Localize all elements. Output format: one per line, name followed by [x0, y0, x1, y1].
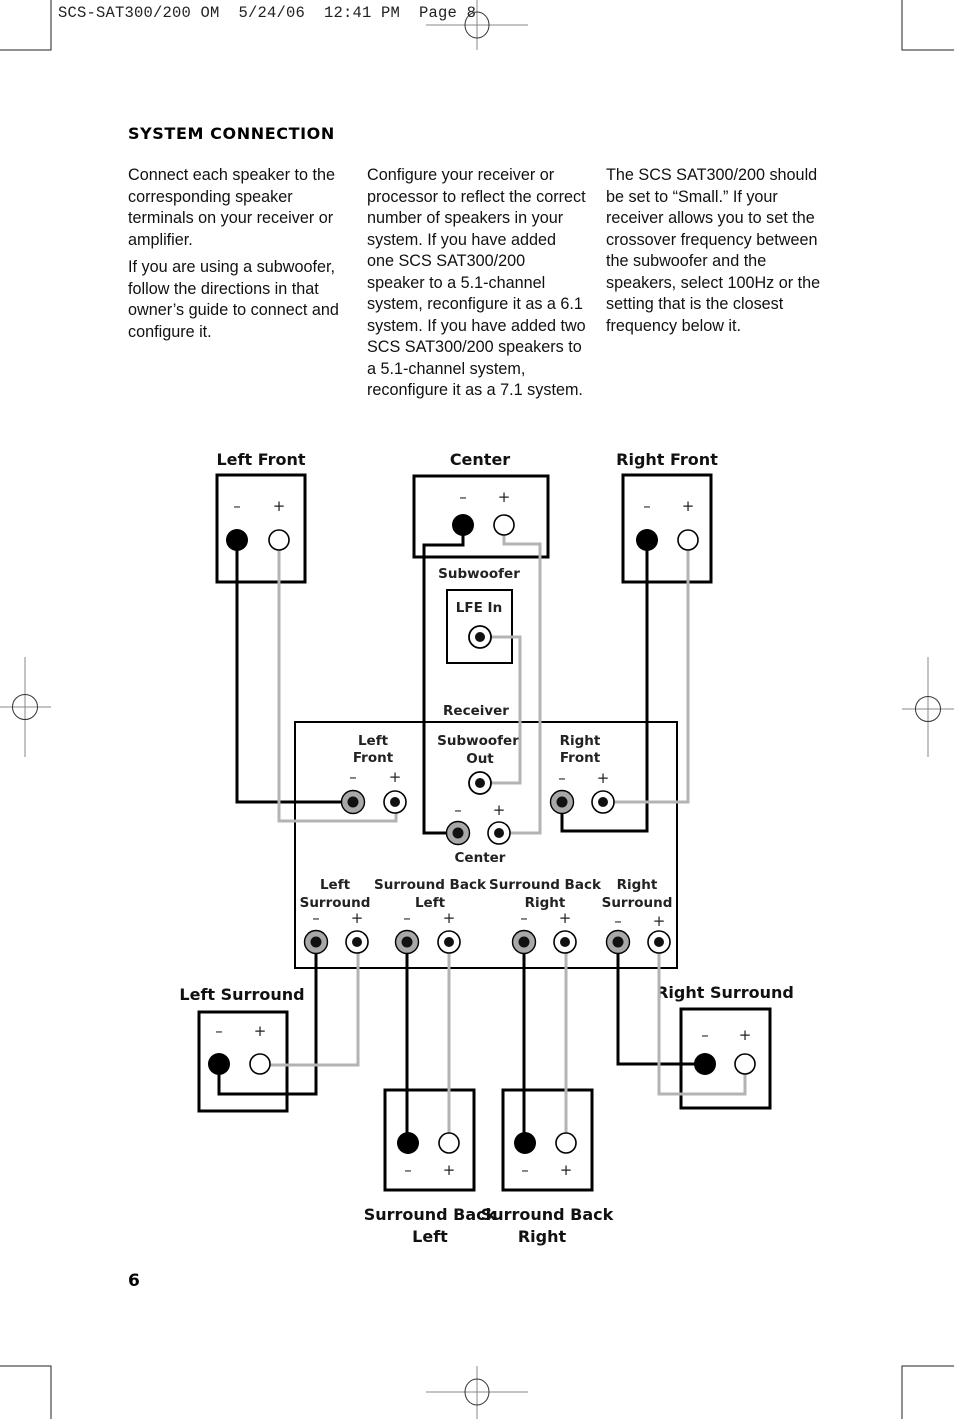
receiver-label-left-front: Front: [353, 750, 394, 766]
speaker-right-front-positive-terminal: [677, 529, 699, 551]
receiver-label-right-surround: Right: [617, 877, 658, 893]
positive-sign: +: [443, 1161, 456, 1179]
crop-mark-top-left: [0, 0, 52, 51]
positive-sign: +: [653, 912, 666, 930]
speaker-center: Center: [412, 450, 550, 559]
positive-sign: +: [498, 488, 511, 506]
speaker-right-front: Right Front: [616, 450, 718, 584]
speaker-label: Left Front: [216, 450, 305, 469]
negative-sign: –: [403, 909, 411, 927]
positive-sign: +: [493, 801, 506, 819]
negative-sign: –: [643, 497, 651, 515]
negative-sign: –: [349, 768, 357, 786]
negative-sign: –: [312, 909, 320, 927]
speaker-right-surround-negative-terminal: [694, 1053, 716, 1075]
wires: [217, 525, 747, 1143]
receiver-label-right-front: Front: [560, 750, 601, 766]
speaker-label: Right Front: [616, 450, 718, 469]
negative-sign: –: [701, 1026, 709, 1044]
negative-sign: –: [521, 1161, 529, 1179]
speaker-label: Right: [518, 1227, 567, 1246]
receiver-label-left-front: Left: [358, 733, 389, 749]
registration-mark-top: [426, 0, 528, 50]
speaker-surround-back-left-negative-terminal: [397, 1132, 419, 1154]
wire-right-surround-negative: [616, 942, 705, 1066]
receiver-label-right-front: Right: [560, 733, 601, 749]
subwoofer-label: Subwoofer: [438, 566, 520, 582]
registration-mark-left: [0, 657, 51, 757]
speaker-right-front-negative-terminal: [636, 529, 658, 551]
speaker-right-surround-positive-terminal: [734, 1053, 756, 1075]
lfe-in-label: LFE In: [456, 600, 502, 616]
receiver-label-right-surround: Surround: [602, 895, 673, 911]
negative-sign: –: [454, 801, 462, 819]
speaker-label: Right Surround: [656, 983, 794, 1002]
speaker-surround-back-right-negative-terminal: [514, 1132, 536, 1154]
receiver-label-left-surround: Left: [320, 877, 351, 893]
speaker-label: Surround Back: [481, 1205, 614, 1224]
positive-sign: +: [682, 497, 695, 515]
wiring-diagram: Receiver Subwoofer LFE In Left Front Cen…: [0, 0, 954, 1419]
speaker-center-positive-terminal: [493, 514, 515, 536]
receiver-label-surround-back-left: Surround Back: [374, 877, 487, 893]
wire-right-front-negative: [560, 540, 649, 833]
receiver-label-subwoofer-out: Subwoofer: [437, 733, 519, 749]
receiver-label-center: Center: [455, 850, 506, 866]
negative-sign: –: [558, 769, 566, 787]
speaker-left-surround: Left Surround: [179, 985, 305, 1113]
speaker-label: Surround Back: [364, 1205, 497, 1224]
positive-sign: +: [560, 1161, 573, 1179]
negative-sign: –: [233, 497, 241, 515]
speaker-left-front: Left Front: [215, 450, 307, 584]
speaker-label: Center: [450, 450, 510, 469]
speaker-right-surround: Right Surround: [656, 983, 794, 1110]
crop-mark-bottom-right: [901, 1365, 954, 1419]
positive-sign: +: [351, 909, 364, 927]
registration-mark-right: [902, 657, 954, 757]
positive-sign: +: [254, 1022, 267, 1040]
receiver-label-subwoofer-out: Out: [466, 751, 494, 767]
positive-sign: +: [443, 909, 456, 927]
speaker-left-front-positive-terminal: [268, 529, 290, 551]
positive-sign: +: [739, 1026, 752, 1044]
receiver-label: Receiver: [443, 703, 509, 719]
crop-mark-bottom-left: [0, 1365, 52, 1419]
speaker-label: Left Surround: [179, 985, 304, 1004]
speaker-surround-back-right-positive-terminal: [555, 1132, 577, 1154]
positive-sign: +: [597, 769, 610, 787]
speaker-center-negative-terminal: [452, 514, 474, 536]
negative-sign: –: [459, 488, 467, 506]
speaker-left-front-negative-terminal: [226, 529, 248, 551]
speaker-surround-back-right: Surround Back Right: [481, 1088, 614, 1246]
speaker-left-surround-negative-terminal: [208, 1053, 230, 1075]
speaker-surround-back-left: Surround Back Left: [364, 1088, 497, 1246]
negative-sign: –: [215, 1022, 223, 1040]
registration-mark-bottom: [426, 1366, 528, 1419]
negative-sign: –: [404, 1161, 412, 1179]
receiver-label-surround-back-right: Surround Back: [489, 877, 602, 893]
receiver-label-surround-back-left: Left: [415, 895, 446, 911]
speaker-label: Left: [412, 1227, 448, 1246]
crop-mark-top-right: [901, 0, 954, 51]
positive-sign: +: [559, 909, 572, 927]
negative-sign: –: [614, 912, 622, 930]
negative-sign: –: [520, 909, 528, 927]
speaker-left-surround-positive-terminal: [249, 1053, 271, 1075]
page-number: 6: [128, 1271, 140, 1291]
positive-sign: +: [389, 768, 402, 786]
positive-sign: +: [273, 497, 286, 515]
speaker-surround-back-left-positive-terminal: [438, 1132, 460, 1154]
